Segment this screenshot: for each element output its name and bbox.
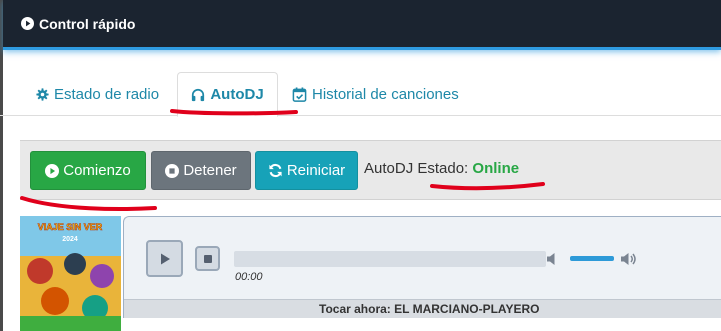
autodj-control-bar: Comienzo Detener Reiniciar AutoDJ Estado… — [20, 140, 721, 200]
tab-label: AutoDJ — [210, 86, 264, 103]
volume-slider[interactable] — [570, 256, 614, 261]
calendar-check-icon — [292, 86, 307, 102]
volume-max-icon[interactable] — [620, 251, 638, 267]
tab-label: Estado de radio — [54, 85, 160, 103]
stop-button[interactable]: Detener — [151, 151, 251, 190]
stop-circle-icon — [165, 163, 180, 178]
stop-label: Detener — [183, 162, 237, 179]
autodj-status: AutoDJ Estado: Online — [364, 160, 519, 177]
tab-label: Historial de canciones — [312, 85, 459, 103]
album-cover: VIAJE SIN VER 2024 — [20, 216, 121, 331]
restart-button[interactable]: Reiniciar — [255, 151, 358, 190]
album-art-image: VIAJE SIN VER 2024 — [20, 216, 121, 331]
volume-mute-icon[interactable] — [546, 251, 560, 267]
headphones-icon — [192, 88, 205, 101]
status-label: AutoDJ Estado: — [364, 160, 469, 177]
player-stop-button[interactable] — [195, 246, 220, 271]
current-time: 00:00 — [235, 271, 263, 283]
play-icon — [160, 253, 170, 264]
status-value: Online — [472, 160, 520, 177]
seek-bar[interactable] — [234, 251, 546, 267]
stop-icon — [203, 254, 212, 263]
sync-icon — [269, 163, 282, 178]
tab-estado-de-radio[interactable]: Estado de radio — [36, 72, 159, 116]
album-art-title: VIAJE SIN VER — [38, 222, 103, 232]
start-label: Comienzo — [63, 162, 131, 179]
tab-historial-de-canciones[interactable]: Historial de canciones — [292, 72, 459, 116]
panel-title: Control rápido — [39, 15, 136, 32]
tab-autodj[interactable]: AutoDJ — [177, 72, 278, 117]
play-circle-icon — [21, 17, 34, 30]
play-button[interactable] — [146, 240, 183, 277]
restart-label: Reiniciar — [286, 162, 346, 179]
now-playing-text: Tocar ahora: EL MARCIANO-PLAYERO — [319, 302, 540, 316]
audio-player: 00:00 Tocar ahora: EL MARCIANO-PLAYERO — [123, 216, 721, 318]
play-circle-icon — [45, 163, 60, 178]
start-button[interactable]: Comienzo — [30, 151, 146, 190]
album-art-year: 2024 — [62, 236, 78, 243]
gear-icon — [36, 87, 49, 101]
panel-header: Control rápido — [3, 0, 721, 50]
now-playing-bar: Tocar ahora: EL MARCIANO-PLAYERO — [124, 299, 721, 318]
tab-bar: Estado de radio AutoDJ Historial de canc… — [0, 72, 721, 117]
